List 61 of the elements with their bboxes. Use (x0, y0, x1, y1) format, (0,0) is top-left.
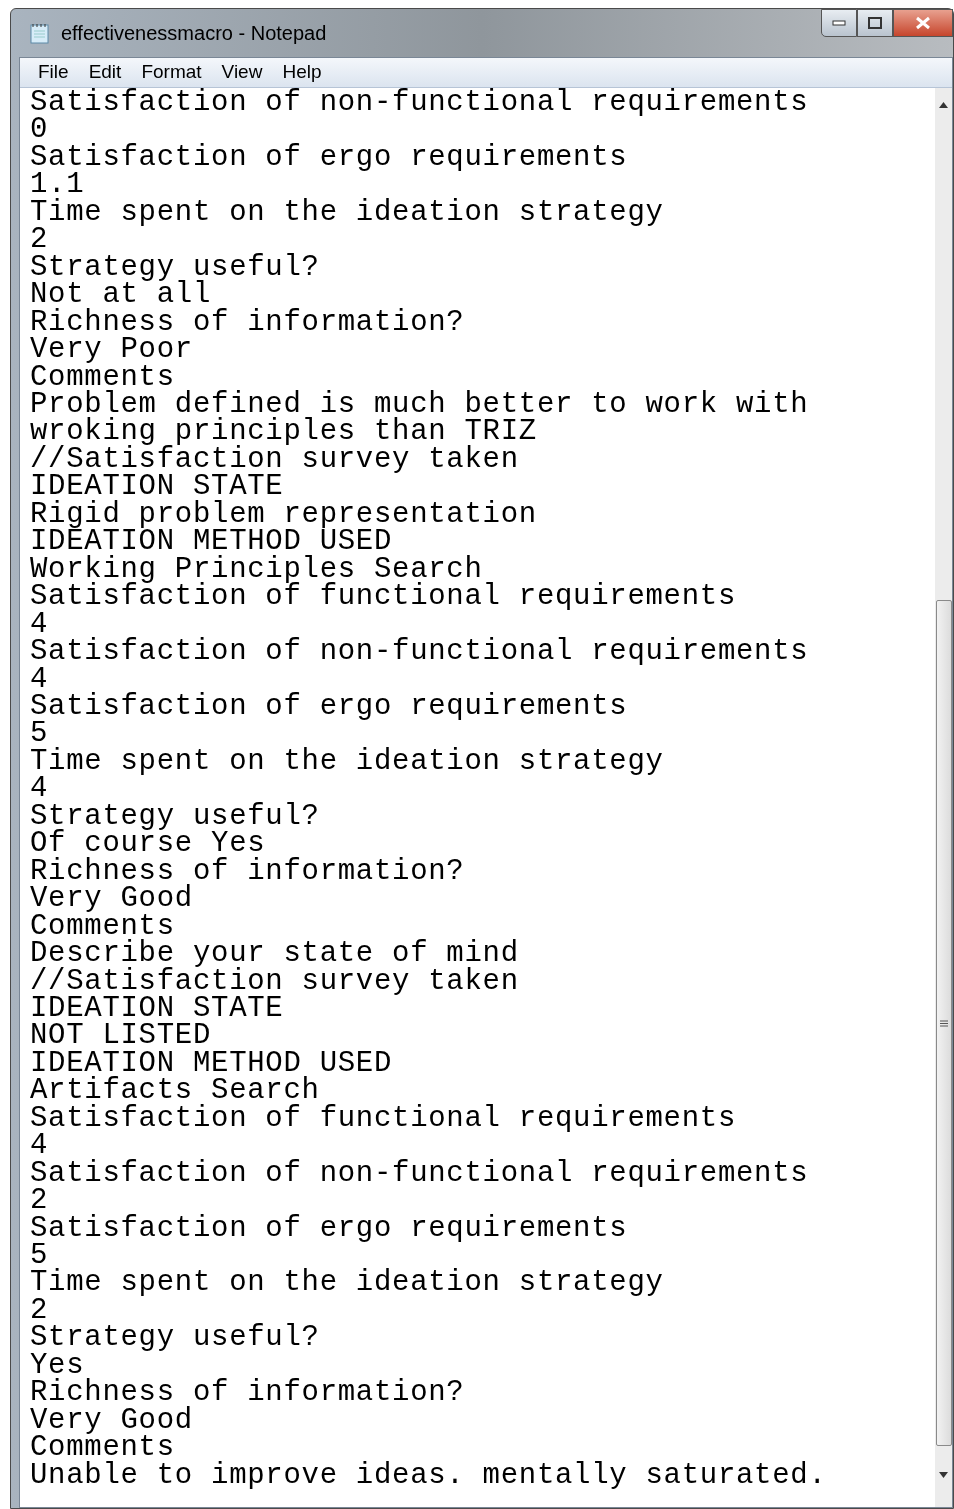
close-button[interactable] (893, 9, 953, 37)
text-line: Satisfaction of ergo requirements (30, 1214, 628, 1243)
text-line: Comments (30, 1434, 175, 1462)
text-line: Time spent on the ideation strategy (30, 1269, 664, 1297)
text-line: 4 (30, 775, 49, 803)
text-line: Very Poor (30, 336, 193, 364)
text-line: 2 (30, 1187, 49, 1215)
text-line: 2 (30, 1296, 49, 1325)
maximize-icon (868, 17, 882, 29)
text-line: Not at all (30, 281, 212, 309)
text-line: Strategy useful? (30, 802, 320, 831)
text-line: 0 (30, 116, 49, 144)
text-line: 5 (30, 1242, 49, 1270)
text-line: IDEATION METHOD USED (30, 528, 393, 556)
text-line: NOT LISTED (30, 1022, 212, 1050)
menu-item[interactable]: Help (282, 58, 322, 87)
text-line: wroking principles than TRIZ (30, 418, 537, 446)
text-line: Unable to improve ideas. mentally saturated. (30, 1461, 827, 1490)
scrollbar-thumb[interactable] (935, 600, 952, 1446)
text-line: IDEATION STATE (30, 473, 284, 501)
text-line: Satisfaction of non-functional requirements (30, 638, 809, 666)
menu-item[interactable]: View (221, 58, 263, 87)
text-line: 2 (30, 226, 49, 254)
text-line: 4 (30, 610, 49, 639)
text-line: //Satisfaction survey taken (30, 445, 519, 474)
scroll-up-icon[interactable] (939, 102, 948, 108)
text-line: 5 (30, 720, 49, 748)
text-line: 4 (30, 1132, 49, 1160)
text-line: Satisfaction of functional requirements (30, 1104, 736, 1133)
menu-item[interactable]: Edit (88, 58, 122, 87)
text-line: Very Good (30, 1406, 193, 1435)
menu-item[interactable]: Format (141, 58, 202, 87)
text-line: Artifacts Search (30, 1077, 320, 1105)
window-title: effectivenessmacro - Notepad (61, 21, 327, 46)
grip-icon (939, 1019, 948, 1027)
text-line: Satisfaction of non-functional requirements (30, 89, 809, 117)
minimize-button[interactable] (821, 9, 857, 37)
minimize-icon (832, 20, 846, 26)
text-line: Strategy useful? (30, 1324, 320, 1352)
text-line: Time spent on the ideation strategy (30, 747, 664, 776)
text-line: Satisfaction of functional requirements (30, 583, 736, 611)
text-line: Of course Yes (30, 830, 266, 858)
text-line: Comments (30, 363, 175, 391)
text-line: //Satisfaction survey taken (30, 967, 519, 995)
text-line: Satisfaction of ergo requirements (30, 692, 628, 721)
text-line: 1.1 (30, 171, 85, 199)
notepad-icon (29, 22, 51, 44)
close-icon (915, 16, 931, 30)
text-line: Satisfaction of non-functional requirements (30, 1159, 809, 1188)
text-line: Richness of information? (30, 308, 465, 337)
text-line: Satisfaction of ergo requirements (30, 143, 628, 172)
menu-item[interactable]: File (38, 58, 69, 87)
text-line: IDEATION STATE (30, 994, 284, 1023)
text-line: Rigid problem representation (30, 500, 537, 529)
text-line: Describe your state of mind (30, 940, 519, 968)
text-line: 4 (30, 665, 49, 693)
text-line: Very Good (30, 885, 193, 913)
scroll-down-icon[interactable] (939, 1472, 948, 1478)
text-line: Richness of information? (30, 1379, 465, 1407)
text-line: Time spent on the ideation strategy (30, 198, 664, 227)
maximize-button[interactable] (857, 9, 893, 37)
